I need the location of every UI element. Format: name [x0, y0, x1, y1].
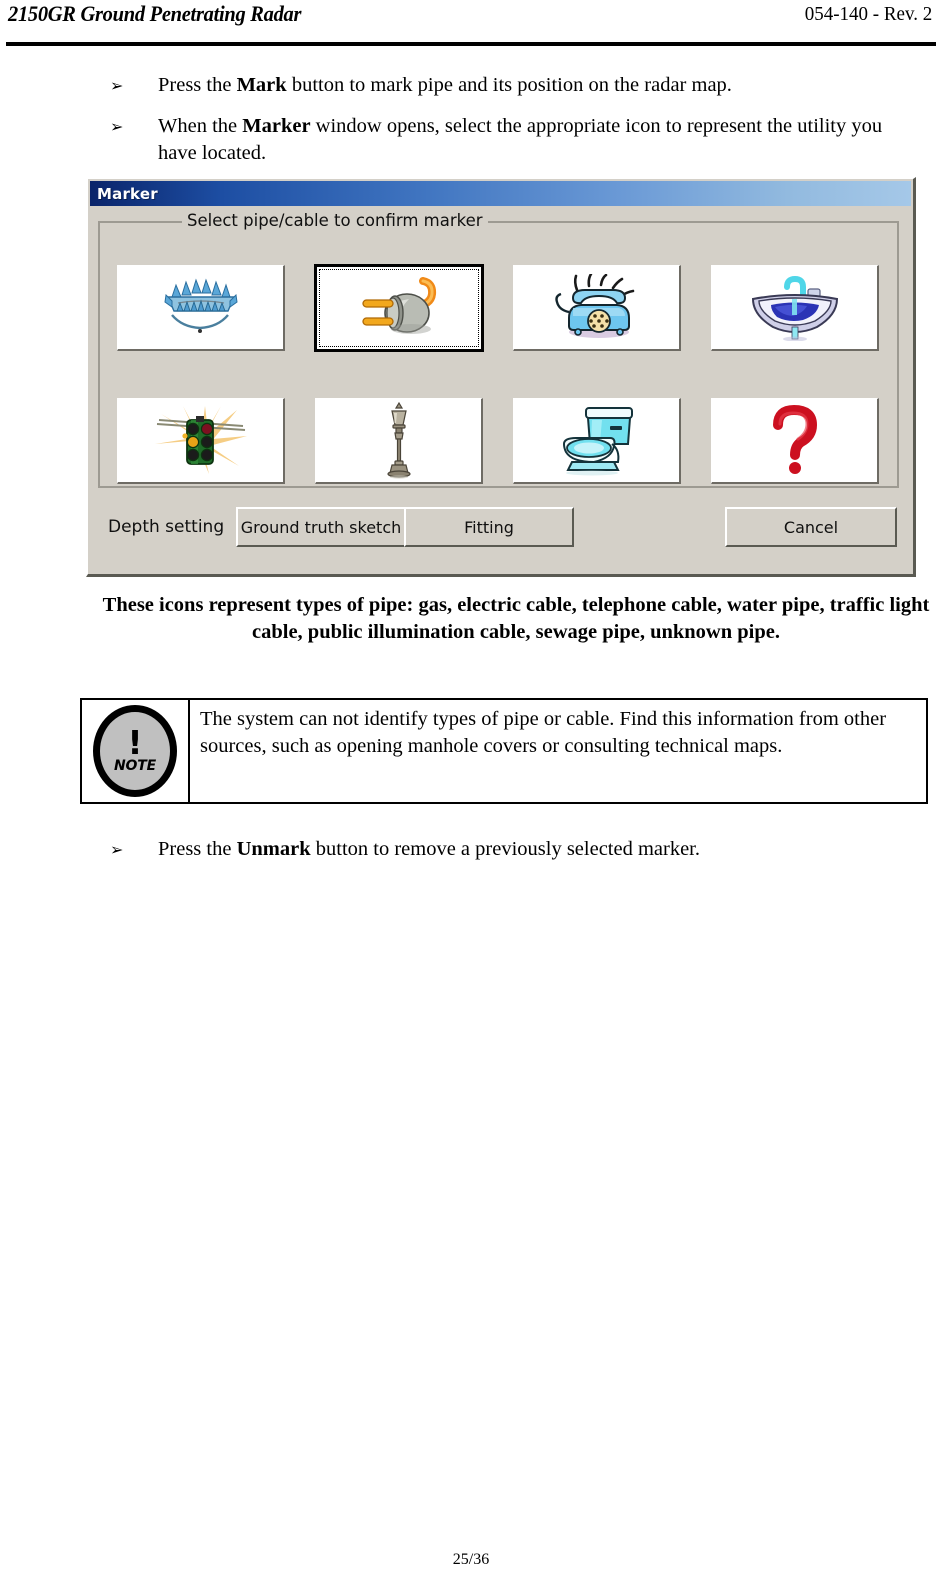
- traffic-light-icon: [154, 406, 247, 474]
- page-number: 25/36: [452, 1551, 490, 1568]
- bullet-1-bold-term: Mark: [236, 74, 287, 96]
- depth-setting-label: Depth setting: [108, 517, 225, 537]
- question-mark-icon: [772, 405, 817, 474]
- note-label: NOTE: [114, 757, 156, 774]
- pipe-icon-button-traffic-light[interactable]: [117, 397, 285, 484]
- bullet-arrow-icon: ➢: [110, 840, 124, 859]
- pipe-icon-button-sewage[interactable]: [513, 397, 681, 484]
- pipe-icon-grid: [102, 241, 896, 507]
- figure-caption-line1: These icons represent types of pipe: gas…: [102, 594, 825, 616]
- bullet-3-prefix: Press the: [158, 838, 237, 860]
- cancel-button[interactable]: Cancel: [725, 507, 897, 547]
- page-footer: 25/36: [0, 1551, 942, 1569]
- bullet-1-suffix: button to mark pipe and its position on …: [286, 74, 732, 96]
- note-body-text: The system can not identify types of pip…: [200, 708, 887, 757]
- bullet-item-unmark: ➢ Press the Unmark button to remove a pr…: [110, 836, 870, 863]
- gas-burner-icon: [163, 278, 238, 333]
- exclamation-mark-icon: !: [127, 723, 143, 763]
- pipe-icon-button-street-lamp[interactable]: [315, 397, 483, 484]
- icon-cell-traffic-light: [102, 374, 300, 507]
- note-callout-box: ! NOTE The system can not identify types…: [80, 698, 928, 804]
- pipe-icon-button-water[interactable]: [711, 264, 879, 351]
- bullet-item-marker-window-text: When the Marker window opens, select the…: [158, 113, 922, 167]
- bullet-item-mark: ➢ Press the Mark button to mark pipe and…: [110, 72, 920, 99]
- note-warning-icon: ! NOTE: [93, 705, 177, 797]
- icon-cell-electric: [300, 241, 498, 374]
- bullet-arrow-icon: ➢: [110, 117, 124, 136]
- icon-cell-sewage: [498, 374, 696, 507]
- page-header: 2150GR Ground Penetrating Radar 054-140 …: [0, 0, 942, 46]
- bullet-3-suffix: button to remove a previously selected m…: [310, 838, 701, 860]
- header-document-title: 2150GR Ground Penetrating Radar: [8, 1, 302, 26]
- pipe-icon-button-unknown[interactable]: [711, 397, 879, 484]
- header-document-number: 054-140 - Rev. 2: [804, 3, 932, 25]
- toilet-icon: [562, 407, 633, 476]
- figure-caption: These icons represent types of pipe: gas…: [96, 592, 936, 646]
- select-pipe-groupbox-label: Select pipe/cable to confirm marker: [182, 211, 488, 230]
- bullet-item-marker-window: ➢ When the Marker window opens, select t…: [110, 113, 922, 167]
- header-divider-rule: [6, 42, 936, 46]
- bullet-2-bold-term: Marker: [242, 115, 311, 137]
- pipe-icon-button-telephone[interactable]: [513, 264, 681, 351]
- electric-plug-icon: [362, 276, 437, 334]
- bullet-1-prefix: Press the: [158, 74, 237, 96]
- washbasin-icon: [751, 275, 838, 341]
- marker-dialog-titlebar[interactable]: Marker: [90, 181, 911, 206]
- marker-dialog-footer: Depth setting Ground truth sketch Fittin…: [88, 499, 913, 561]
- marker-dialog-title: Marker: [97, 184, 158, 203]
- bullet-3-bold-term: Unmark: [236, 838, 311, 860]
- street-lamp-icon: [386, 401, 411, 479]
- note-icon-cell: ! NOTE: [82, 700, 190, 802]
- pipe-icon-button-gas[interactable]: [117, 264, 285, 351]
- icon-cell-telephone: [498, 241, 696, 374]
- telephone-icon: [554, 274, 634, 338]
- icon-cell-unknown: [696, 374, 894, 507]
- icon-cell-water: [696, 241, 894, 374]
- bullet-arrow-icon: ➢: [110, 76, 124, 95]
- pipe-icon-button-electric[interactable]: [314, 263, 484, 352]
- bullet-item-mark-text: Press the Mark button to mark pipe and i…: [158, 72, 920, 99]
- bullet-item-unmark-text: Press the Unmark button to remove a prev…: [158, 836, 870, 863]
- icon-cell-street-lamp: [300, 374, 498, 507]
- marker-dialog[interactable]: Marker Select pipe/cable to confirm mark…: [86, 177, 916, 577]
- bullet-2-prefix: When the: [158, 115, 243, 137]
- ground-truth-sketch-button[interactable]: Ground truth sketch: [236, 507, 406, 547]
- icon-cell-gas: [102, 241, 300, 374]
- fitting-button[interactable]: Fitting: [404, 507, 574, 547]
